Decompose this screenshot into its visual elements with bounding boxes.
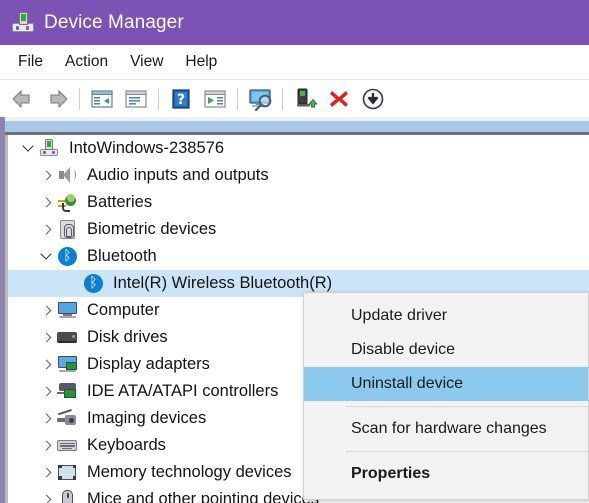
context-menu[interactable]: Update driver Disable device Uninstall d… [303,292,589,500]
tree-item-label: Batteries [87,193,153,212]
chevron-right-icon[interactable] [36,359,56,371]
mouse-icon [56,489,78,503]
tree-item-label: Memory technology devices [87,463,292,482]
tree-item-bluetooth[interactable]: ᛒ Bluetooth [8,243,589,270]
toolbar: ? [0,80,589,117]
tree-item-label: Disk drives [87,328,168,347]
window-title: Device Manager [44,11,184,33]
ctx-uninstall-device[interactable]: Uninstall device [304,367,588,401]
ctx-disable-device[interactable]: Disable device [304,333,588,367]
help-icon[interactable]: ? [168,86,194,112]
chevron-right-icon[interactable] [36,440,56,452]
ide-controller-icon [56,382,78,402]
chevron-right-icon[interactable] [36,170,56,182]
keyboard-icon [56,436,78,456]
chevron-down-icon[interactable] [18,143,38,155]
update-driver-icon[interactable] [247,86,273,112]
properties-icon[interactable] [123,86,149,112]
uninstall-device-icon[interactable] [326,86,352,112]
fingerprint-icon [56,219,78,240]
memory-device-icon [56,463,78,483]
chevron-right-icon[interactable] [36,467,56,479]
tree-item-label: Display adapters [87,355,210,374]
monitor-icon [56,301,78,321]
tree-item-computer-root[interactable]: IntoWindows-238576 [8,135,589,162]
panel-header-strip [5,121,589,132]
chevron-down-icon[interactable] [36,251,56,263]
chevron-right-icon[interactable] [36,197,56,209]
ctx-update-driver[interactable]: Update driver [304,299,588,333]
battery-icon [56,193,78,213]
ctx-scan-for-hardware-changes[interactable]: Scan for hardware changes [304,412,588,446]
chevron-right-icon[interactable] [36,386,56,398]
context-menu-separator [346,406,588,407]
display-adapter-icon [56,355,78,375]
chevron-right-icon[interactable] [36,224,56,236]
tree-item-label: Keyboards [87,436,166,455]
menu-bar: File Action View Help [0,45,589,80]
menu-file[interactable]: File [10,50,51,74]
tree-item-label: Intel(R) Wireless Bluetooth(R) [113,274,333,293]
tree-item-label: Biometric devices [87,220,217,239]
tree-item-label: Imaging devices [87,409,207,428]
chevron-right-icon[interactable] [36,413,56,425]
disk-drive-icon [56,328,78,348]
tree-item-label: Mice and other pointing devices [87,490,320,503]
chevron-right-icon[interactable] [36,332,56,344]
tree-item-audio-inputs-and-outputs[interactable]: Audio inputs and outputs [8,162,589,189]
back-arrow-icon[interactable] [10,86,36,112]
tree-item-label: Bluetooth [87,247,157,266]
tree-item-label: IDE ATA/ATAPI controllers [87,382,279,401]
toolbar-separator [158,87,159,110]
toolbar-separator [79,87,80,110]
title-bar: Device Manager [0,0,589,45]
device-manager-window: Device Manager File Action View Help ? I… [0,0,589,503]
speaker-icon [56,166,78,186]
toolbar-separator [237,87,238,110]
context-menu-separator [346,451,588,452]
chevron-right-icon[interactable] [36,305,56,317]
tree-item-label: Audio inputs and outputs [87,166,269,185]
camera-icon [56,408,78,429]
bluetooth-icon: ᛒ [56,246,78,267]
tree-item-label: IntoWindows-238576 [69,139,225,158]
menu-help[interactable]: Help [177,50,225,74]
tree-item-batteries[interactable]: Batteries [8,189,589,216]
tree-item-biometric-devices[interactable]: Biometric devices [8,216,589,243]
svg-text:?: ? [177,92,185,108]
scan-for-hardware-changes-icon[interactable] [202,86,228,112]
bluetooth-icon: ᛒ [82,273,104,294]
show-hide-console-tree-icon[interactable] [89,86,115,112]
disable-device-icon[interactable] [360,86,386,112]
menu-view[interactable]: View [122,50,171,74]
device-manager-icon [12,11,34,34]
tree-item-label: Computer [87,301,160,320]
chevron-right-icon[interactable] [36,494,56,503]
toolbar-separator [282,87,283,110]
computer-root-icon [38,138,60,159]
forward-arrow-icon[interactable] [44,86,70,112]
menu-action[interactable]: Action [57,50,116,74]
install-legacy-hardware-icon[interactable] [292,86,318,112]
ctx-properties[interactable]: Properties [304,457,588,491]
